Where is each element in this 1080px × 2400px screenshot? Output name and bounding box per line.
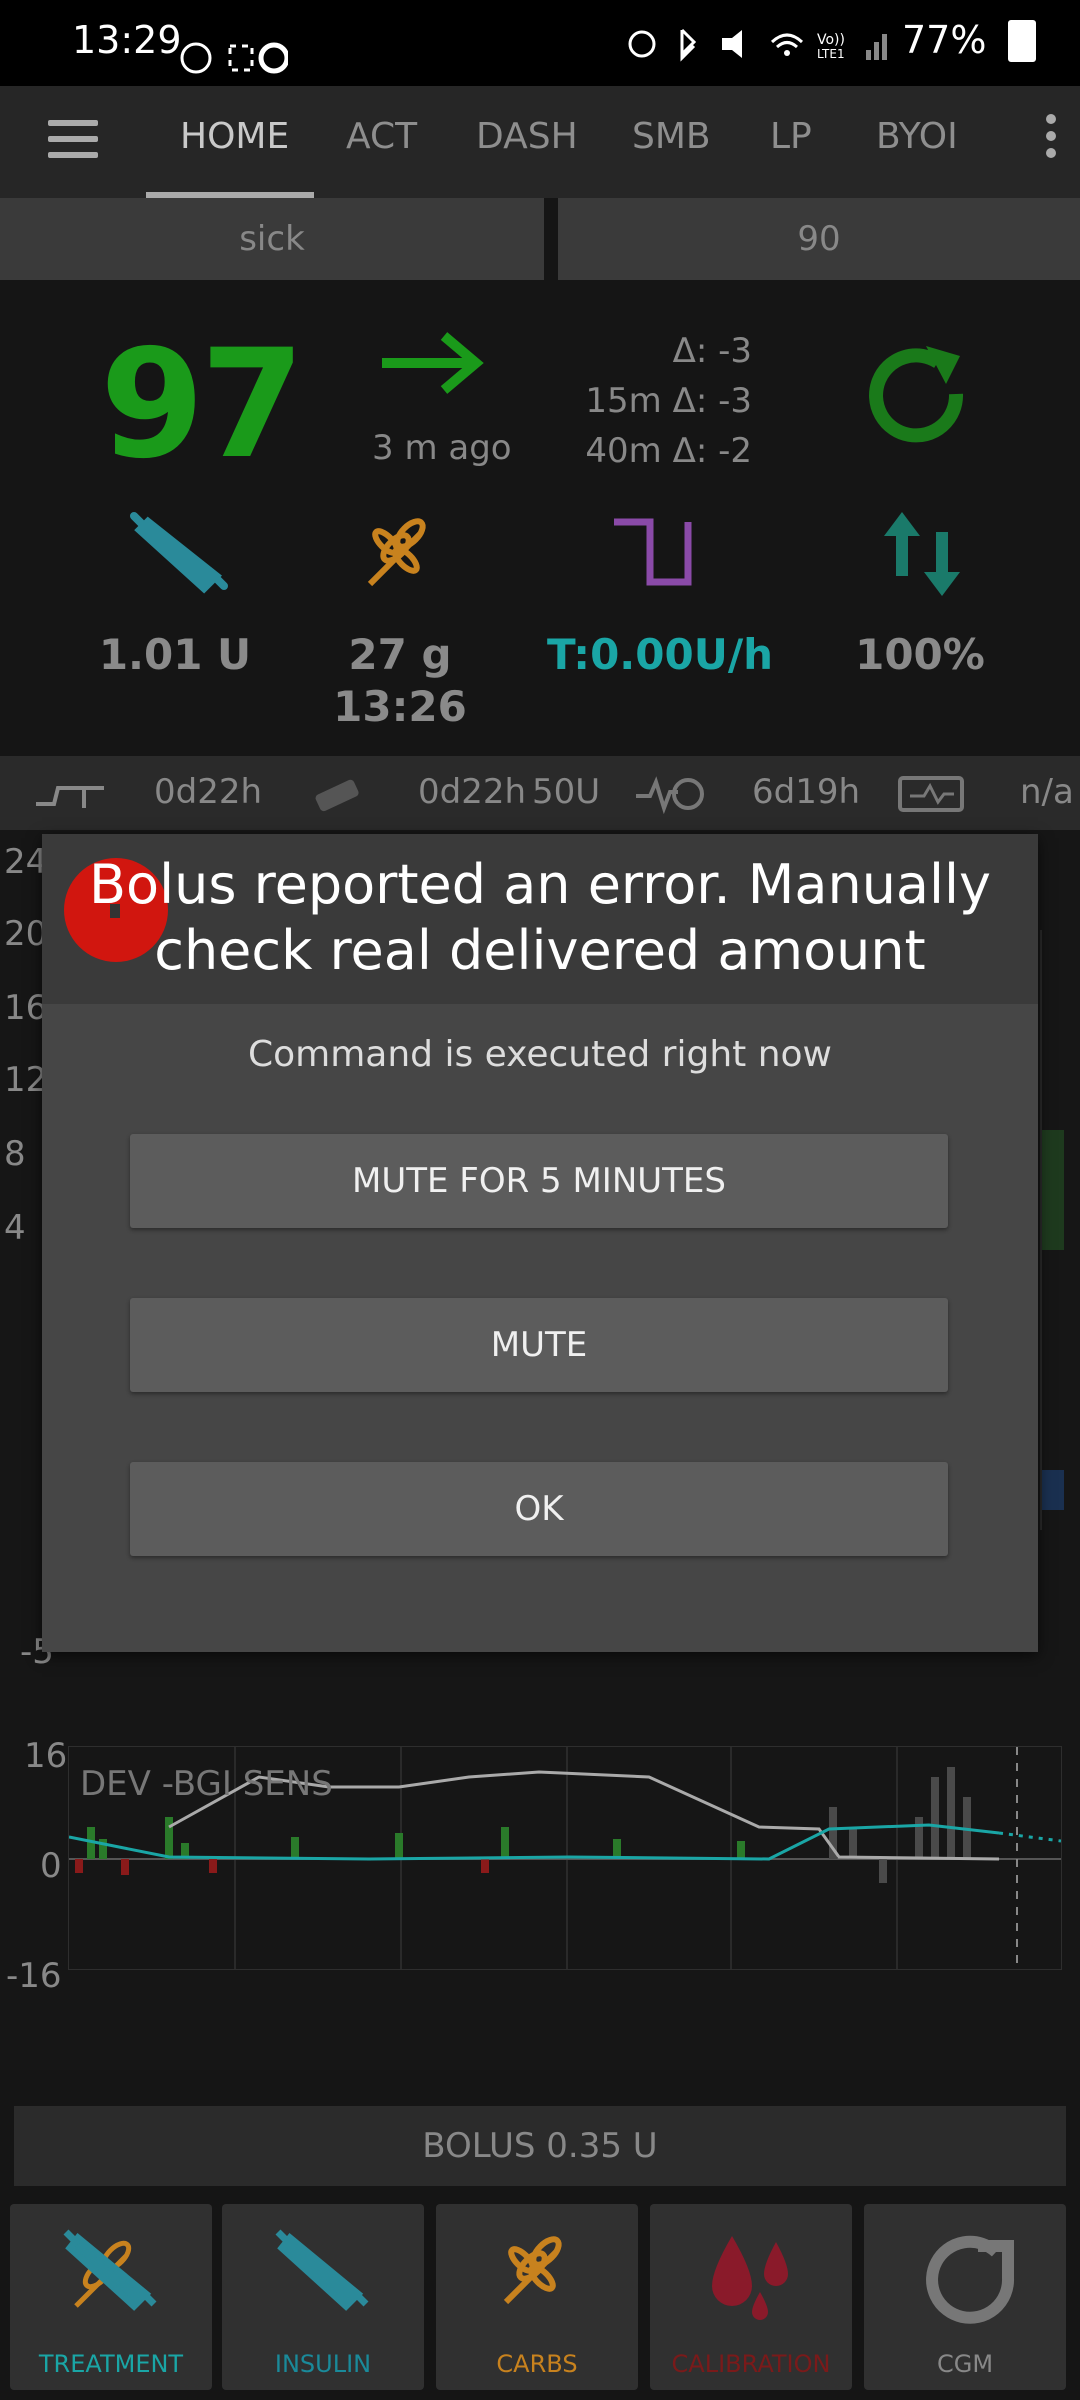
iob-value: 1.01 U xyxy=(98,630,252,679)
status-bar: 13:29 Vo)) LTE1 77% xyxy=(0,0,1080,86)
carbs-icon xyxy=(496,2232,576,2316)
top-navigation: HOME ACT DASH SMB LP BYOI xyxy=(0,86,1080,198)
bg-time-ago: 3 m ago xyxy=(372,428,512,468)
temp-basal-value: T:0.00U/h xyxy=(546,630,774,679)
bg-deltas: Δ: -3 15m Δ: -3 40m Δ: -2 xyxy=(585,326,752,476)
y-label-12: 12 xyxy=(4,1060,48,1100)
svg-text:Vo)): Vo)) xyxy=(817,32,845,48)
delta-15m: 15m Δ: -3 xyxy=(585,381,752,421)
carbs-button[interactable]: CARBS xyxy=(436,2204,638,2390)
dialog-header: Bolus reported an error. Manually check … xyxy=(42,834,1038,1004)
dev-y-mid: 0 xyxy=(40,1846,62,1886)
notification-icons xyxy=(178,40,290,87)
error-dialog: Bolus reported an error. Manually check … xyxy=(42,834,1038,1652)
reservoir-level: 50U xyxy=(532,772,601,812)
cannula-age: 0d22h xyxy=(154,772,263,812)
calibration-button[interactable]: CALIBRATION xyxy=(650,2204,852,2390)
tab-act[interactable]: ACT xyxy=(346,116,417,157)
battery-icon xyxy=(1008,20,1036,62)
mute-5-minutes-button[interactable]: MUTE FOR 5 MINUTES xyxy=(130,1134,948,1228)
carbs-value: 27 g xyxy=(348,630,452,679)
deviation-graph-label: DEV -BGI SENS xyxy=(80,1764,333,1804)
insulin-syringe-icon xyxy=(268,2226,378,2330)
battery-percent: 77% xyxy=(902,18,987,62)
pump-battery-icon xyxy=(896,774,972,823)
dialog-subtitle: Command is executed right now xyxy=(247,1034,832,1075)
autosens-arrows-icon[interactable] xyxy=(880,506,966,606)
cgm-icon xyxy=(918,2228,1018,2332)
trend-flat-arrow-icon xyxy=(378,328,488,402)
profile-name[interactable]: sick xyxy=(0,198,544,280)
overflow-menu-icon[interactable] xyxy=(1046,114,1058,165)
dev-y-bottom: -16 xyxy=(6,1956,62,1996)
syringe-icon[interactable] xyxy=(124,506,234,600)
delta: Δ: -3 xyxy=(672,331,752,371)
bg-value: 97 xyxy=(100,318,305,492)
dev-y-top: 16 xyxy=(24,1736,68,1776)
reservoir-icon xyxy=(310,776,366,823)
ok-button[interactable]: OK xyxy=(130,1462,948,1556)
target-value[interactable]: 90 xyxy=(558,198,1080,280)
insulin-button[interactable]: INSULIN xyxy=(222,2204,424,2390)
carbs-label: CARBS xyxy=(496,2350,578,2378)
temp-basal-icon[interactable] xyxy=(610,516,700,592)
y-label-20: 20 xyxy=(4,914,48,954)
sensor-icon xyxy=(634,774,708,823)
quick-bolus-button[interactable]: BOLUS 0.35 U xyxy=(14,2106,1066,2186)
system-icons: Vo)) LTE1 xyxy=(622,22,902,75)
carbs-time: 13:26 xyxy=(333,682,467,731)
insulin-label: INSULIN xyxy=(274,2350,372,2378)
status-time: 13:29 xyxy=(72,18,182,62)
y-label-4: 4 xyxy=(4,1208,26,1248)
tab-byoi[interactable]: BYOI xyxy=(876,116,956,157)
cannula-icon xyxy=(34,778,116,821)
treatment-icon xyxy=(56,2226,166,2330)
reservoir-age: 0d22h xyxy=(418,772,527,812)
y-label-8: 8 xyxy=(4,1134,26,1174)
y-label-24: 24 xyxy=(4,842,48,882)
sensitivity-percent: 100% xyxy=(855,630,985,679)
loop-status-icon[interactable] xyxy=(860,340,980,464)
cgm-button[interactable]: CGM xyxy=(864,2204,1066,2390)
graph-right-edge xyxy=(1040,930,1064,1530)
carbs-grain-icon[interactable] xyxy=(360,514,440,598)
device-status-bar: 0d22h 0d22h 50U 6d19h n/a xyxy=(0,756,1080,830)
blood-drops-icon xyxy=(702,2230,802,2330)
mute-button[interactable]: MUTE xyxy=(130,1298,948,1392)
treatment-label: TREATMENT xyxy=(38,2350,184,2378)
pump-battery-value: n/a xyxy=(1020,772,1074,812)
svg-text:LTE1: LTE1 xyxy=(817,47,845,61)
tab-home[interactable]: HOME xyxy=(180,116,289,157)
calibration-label: CALIBRATION xyxy=(671,2350,831,2378)
y-label-16: 16 xyxy=(4,988,48,1028)
tab-dash[interactable]: DASH xyxy=(476,116,578,157)
cgm-label: CGM xyxy=(936,2350,994,2378)
dialog-title: Bolus reported an error. Manually check … xyxy=(89,853,991,982)
treatment-button[interactable]: TREATMENT xyxy=(10,2204,212,2390)
sensor-age: 6d19h xyxy=(752,772,861,812)
delta-40m: 40m Δ: -2 xyxy=(585,431,752,471)
menu-icon[interactable] xyxy=(48,120,98,168)
tab-smb[interactable]: SMB xyxy=(632,116,711,157)
tab-lp[interactable]: LP xyxy=(770,116,812,157)
